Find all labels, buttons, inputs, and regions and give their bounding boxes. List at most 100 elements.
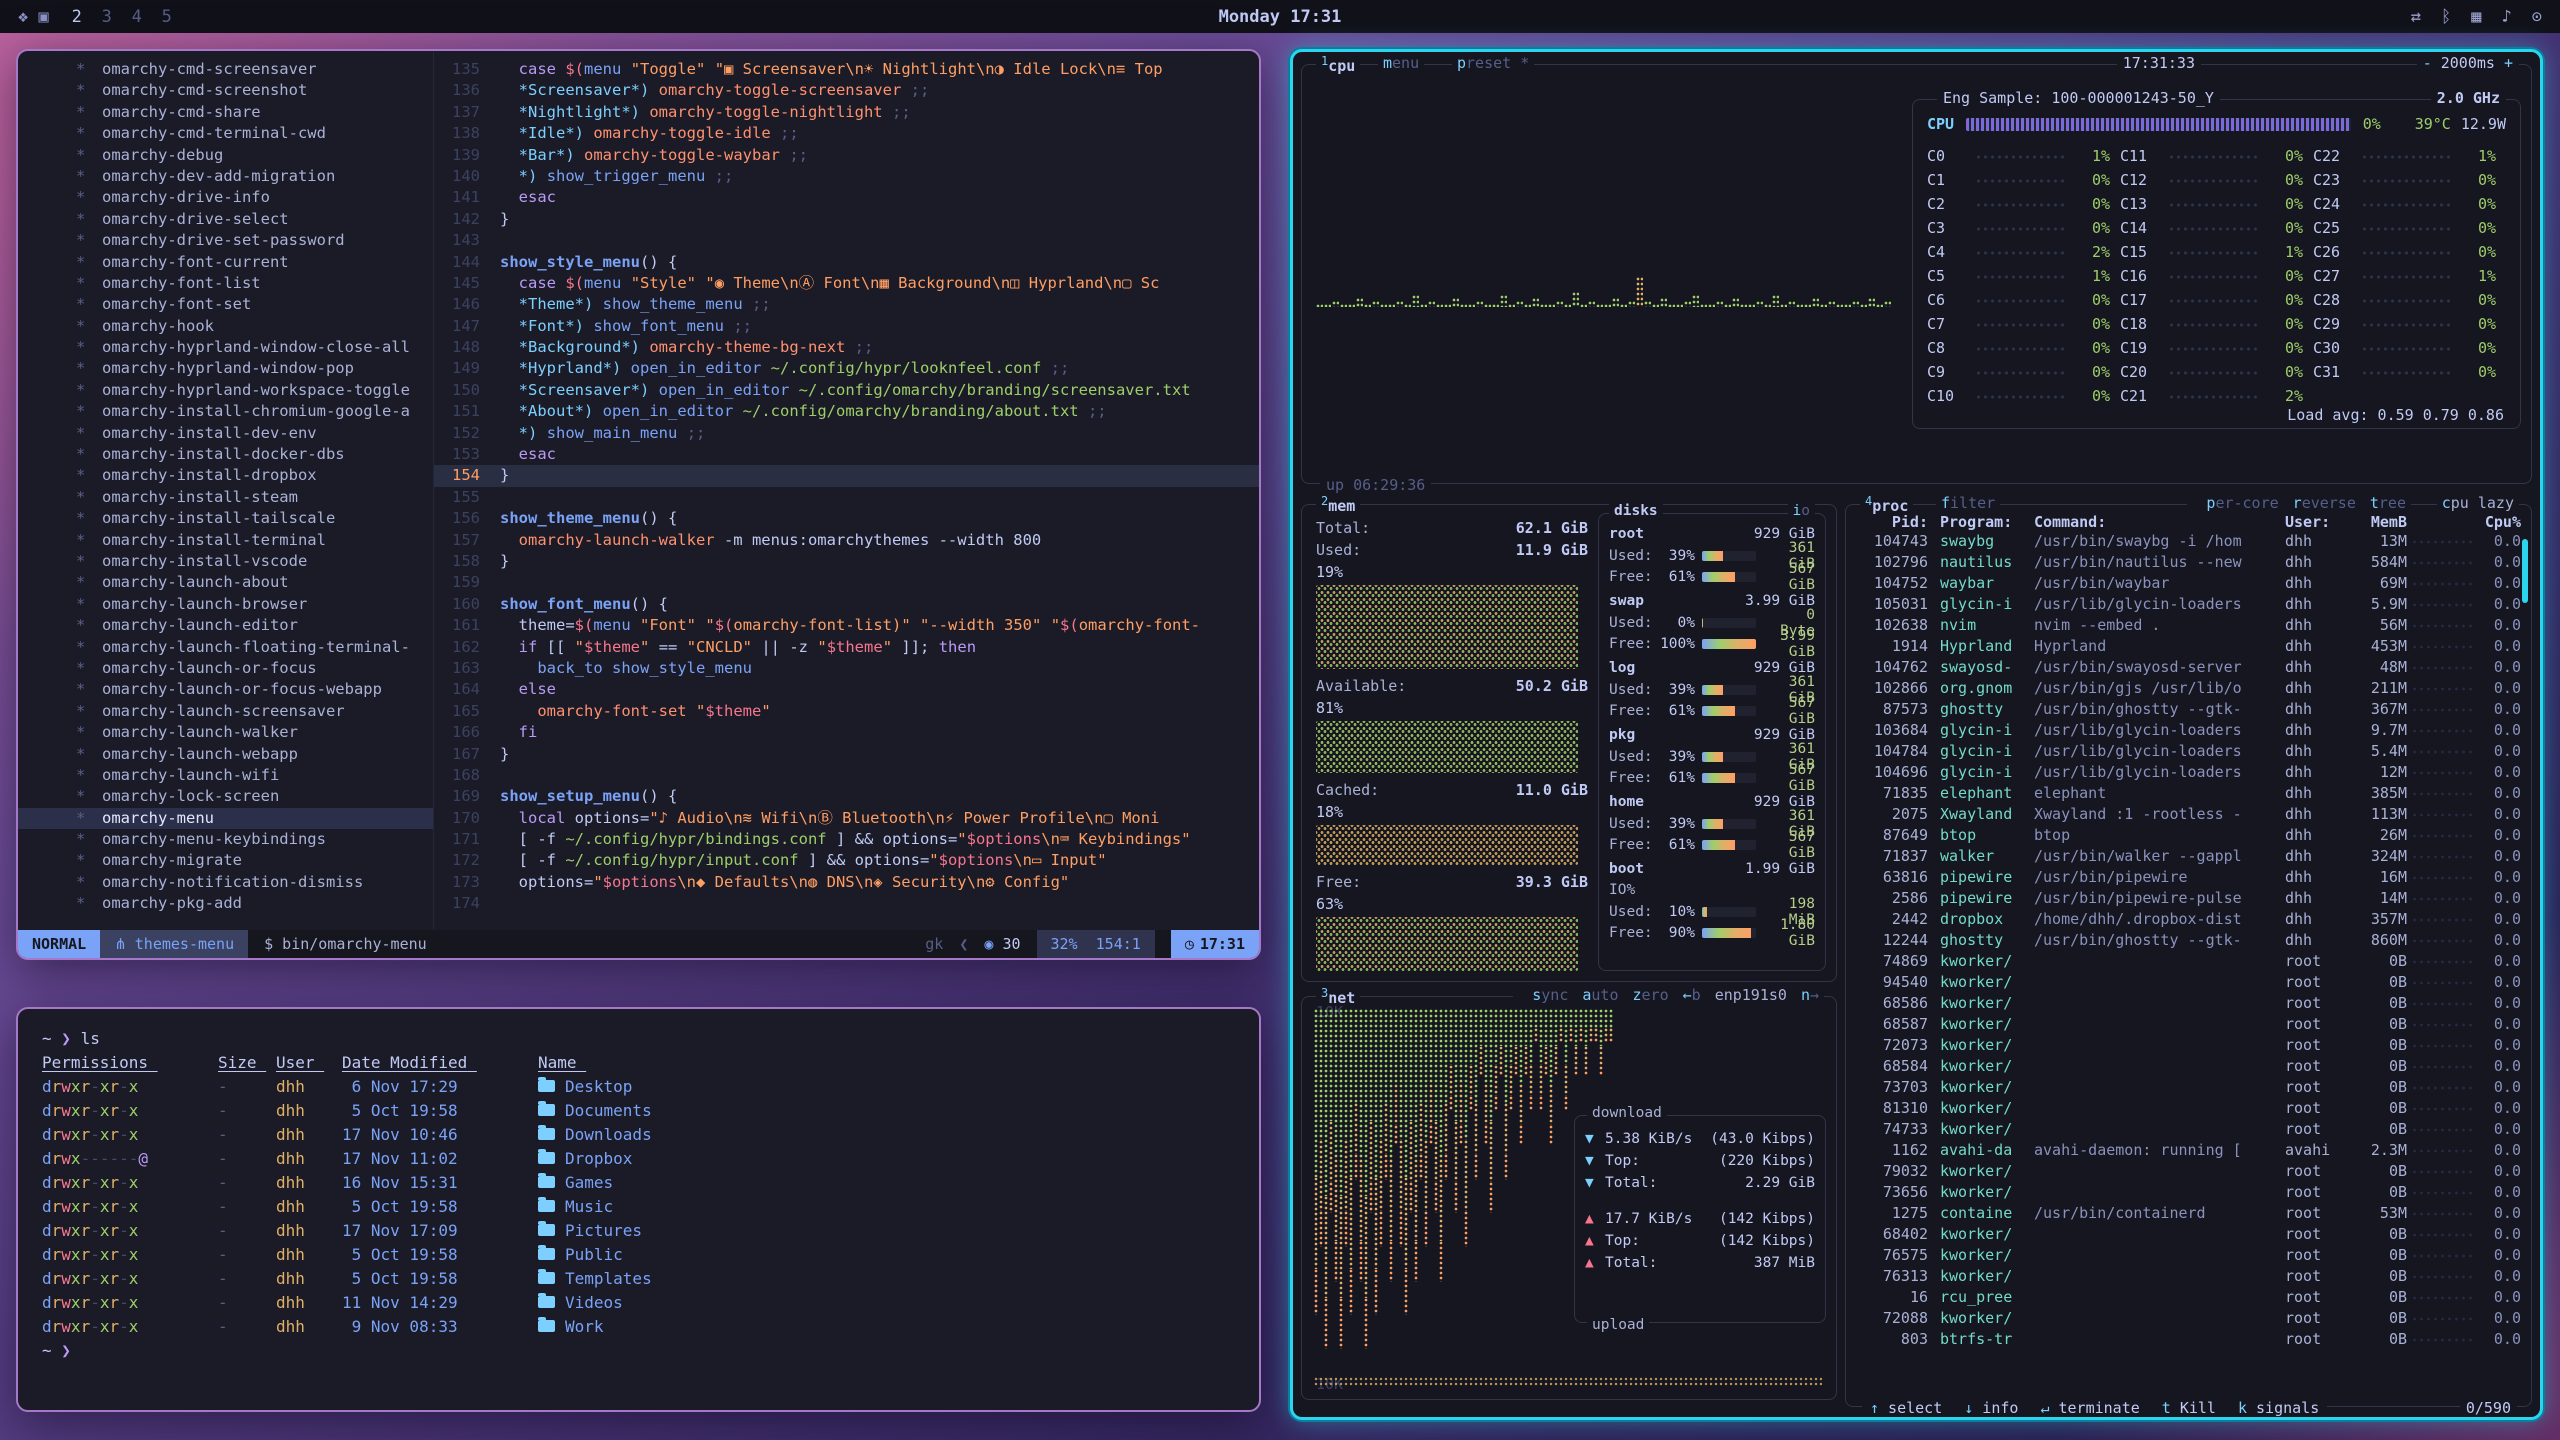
process-row[interactable]: 104696glycin-i/usr/lib/glycin-loadersdhh… [1856,762,2521,783]
proc-option-reverse[interactable]: reverse [2293,494,2356,512]
file-list-item[interactable]: *omarchy-menu-keybindings [18,829,433,850]
file-list-item[interactable]: *omarchy-launch-webapp [18,744,433,765]
process-row[interactable]: 1914HyprlandHyprlanddhh453M0.0 [1856,636,2521,657]
workspace-5[interactable]: 5 [157,7,177,27]
file-list-item[interactable]: *omarchy-cmd-share [18,102,433,123]
process-row[interactable]: 1162avahi-daavahi-daemon: running [avahi… [1856,1140,2521,1161]
file-list-item[interactable]: *omarchy-launch-editor [18,615,433,636]
net-option-auto[interactable]: auto [1582,986,1618,1004]
process-row[interactable]: 74869kworker/root0B0.0 [1856,951,2521,972]
net-options[interactable]: syncautozero←benp191s0n→ [1513,986,1824,1004]
process-row[interactable]: 68402kworker/root0B0.0 [1856,1224,2521,1245]
proc-options[interactable]: per-core reverse tree [2187,494,2411,512]
process-row[interactable]: 73656kworker/root0B0.0 [1856,1182,2521,1203]
process-row[interactable]: 72088kworker/root0B0.0 [1856,1308,2521,1329]
btop-preset-button[interactable]: preset * [1452,54,1534,72]
proc-action-select[interactable]: ↑ select [1870,1399,1942,1417]
process-table[interactable]: 104743swaybg/usr/bin/swaybg -i /homdhh13… [1846,531,2531,1350]
process-row[interactable]: 1275containe/usr/bin/containerdroot53M0.… [1856,1203,2521,1224]
file-list-item[interactable]: *omarchy-drive-info [18,187,433,208]
file-list-item[interactable]: *omarchy-menu [18,808,433,829]
net-option-sync[interactable]: sync [1532,986,1568,1004]
process-row[interactable]: 94540kworker/root0B0.0 [1856,972,2521,993]
file-list-item[interactable]: *omarchy-install-docker-dbs [18,444,433,465]
process-row[interactable]: 16rcu_preeroot0B0.0 [1856,1287,2521,1308]
proc-filter-button[interactable]: filter [1936,494,2000,512]
file-list-item[interactable]: *omarchy-launch-about [18,572,433,593]
proc-action-kill[interactable]: t Kill [2162,1399,2216,1417]
active-window-icon[interactable]: ▣ [38,7,48,27]
file-list-item[interactable]: *omarchy-launch-browser [18,594,433,615]
file-list-item[interactable]: *omarchy-font-current [18,252,433,273]
process-row[interactable]: 68586kworker/root0B0.0 [1856,993,2521,1014]
process-row[interactable]: 2442dropbox/home/dhh/.dropbox-distdhh357… [1856,909,2521,930]
launcher-icon[interactable]: ❖ [18,7,38,27]
file-list-item[interactable]: *omarchy-install-dev-env [18,423,433,444]
file-list-item[interactable]: *omarchy-hook [18,316,433,337]
keyboard-icon[interactable]: ▦ [2471,7,2481,27]
process-row[interactable]: 63816pipewire/usr/bin/pipewiredhh16M0.0 [1856,867,2521,888]
file-list-item[interactable]: *omarchy-lock-screen [18,786,433,807]
update-interval-control[interactable]: - 2000ms + [2417,54,2519,72]
file-list-item[interactable]: *omarchy-hyprland-window-close-all [18,337,433,358]
terminal-window[interactable]: ~ ❯ ls Permissions Size User Date Modifi… [16,1007,1261,1412]
volume-icon[interactable]: ♪ [2502,7,2512,27]
network-arrows-icon[interactable]: ⇄ [2411,7,2421,27]
file-list-item[interactable]: *omarchy-hyprland-workspace-toggle [18,380,433,401]
process-row[interactable]: 74733kworker/root0B0.0 [1856,1119,2521,1140]
file-list-item[interactable]: *omarchy-launch-floating-terminal- [18,637,433,658]
process-row[interactable]: 87573ghostty/usr/bin/ghostty --gtk-dhh36… [1856,699,2521,720]
btop-window[interactable]: 1cpu menu preset * 17:31:33 - 2000ms + E… [1290,49,2543,1420]
disks-io-toggle[interactable]: io [1788,503,1815,519]
file-list-item[interactable]: *omarchy-pkg-add [18,893,433,914]
file-list-item[interactable]: *omarchy-drive-set-password [18,230,433,251]
process-row[interactable]: 81310kworker/root0B0.0 [1856,1098,2521,1119]
process-row[interactable]: 71835elephantelephantdhh385M0.0 [1856,783,2521,804]
file-list-item[interactable]: *omarchy-install-terminal [18,530,433,551]
proc-option-tree[interactable]: tree [2370,494,2406,512]
process-row[interactable]: 71837walker/usr/bin/walker --gappldhh324… [1856,846,2521,867]
process-row[interactable]: 2075XwaylandXwayland :1 -rootless -dhh11… [1856,804,2521,825]
btop-menu-button[interactable]: menu [1378,54,1424,72]
file-list-item[interactable]: *omarchy-font-list [18,273,433,294]
proc-action-info[interactable]: ↓ info [1964,1399,2018,1417]
process-row[interactable]: 803btrfs-trroot0B0.0 [1856,1329,2521,1350]
process-row[interactable]: 103684glycin-i/usr/lib/glycin-loadersdhh… [1856,720,2521,741]
process-row[interactable]: 102638nvimnvim --embed .dhh56M0.0 [1856,615,2521,636]
file-list-item[interactable]: *omarchy-cmd-screensaver [18,59,433,80]
file-list-item[interactable]: *omarchy-migrate [18,850,433,871]
net-option-enp191s0[interactable]: enp191s0 [1715,986,1787,1004]
file-list-item[interactable]: *omarchy-launch-screensaver [18,701,433,722]
file-list-item[interactable]: *omarchy-install-vscode [18,551,433,572]
net-option-n[interactable]: n→ [1801,986,1819,1004]
process-scrollbar[interactable] [2522,539,2528,603]
file-list-item[interactable]: *omarchy-drive-select [18,209,433,230]
process-row[interactable]: 104752waybar/usr/bin/waybardhh69M0.0 [1856,573,2521,594]
process-row[interactable]: 104784glycin-i/usr/lib/glycin-loadersdhh… [1856,741,2521,762]
file-list-item[interactable]: *omarchy-cmd-screenshot [18,80,433,101]
process-row[interactable]: 76313kworker/root0B0.0 [1856,1266,2521,1287]
proc-action-terminate[interactable]: ↵ terminate [2040,1399,2139,1417]
process-row[interactable]: 2586pipewire/usr/bin/pipewire-pulsedhh14… [1856,888,2521,909]
process-row[interactable]: 12244ghostty/usr/bin/ghostty --gtk-dhh86… [1856,930,2521,951]
process-row[interactable]: 76575kworker/root0B0.0 [1856,1245,2521,1266]
file-list-item[interactable]: *omarchy-font-set [18,294,433,315]
process-row[interactable]: 73703kworker/root0B0.0 [1856,1077,2521,1098]
file-list-item[interactable]: *omarchy-launch-walker [18,722,433,743]
file-list-item[interactable]: *omarchy-dev-add-migration [18,166,433,187]
net-option-zero[interactable]: zero [1633,986,1669,1004]
proc-footer-keys[interactable]: ↑ select ↓ info ↵ terminate t Kill k signals [1862,1399,2327,1417]
file-list-item[interactable]: *omarchy-cmd-terminal-cwd [18,123,433,144]
process-row[interactable]: 87649btopbtopdhh26M0.0 [1856,825,2521,846]
process-row[interactable]: 72073kworker/root0B0.0 [1856,1035,2521,1056]
proc-action-signals[interactable]: k signals [2238,1399,2319,1417]
file-list-item[interactable]: *omarchy-debug [18,145,433,166]
file-list-item[interactable]: *omarchy-launch-or-focus-webapp [18,679,433,700]
file-list-item[interactable]: *omarchy-launch-wifi [18,765,433,786]
process-row[interactable]: 102796nautilus/usr/bin/nautilus --newdhh… [1856,552,2521,573]
file-list-item[interactable]: *omarchy-hyprland-window-pop [18,358,433,379]
bluetooth-icon[interactable]: ᛒ [2441,7,2451,27]
proc-option-per-core[interactable]: per-core [2206,494,2278,512]
file-list-item[interactable]: *omarchy-install-steam [18,487,433,508]
process-row[interactable]: 102866org.gnom/usr/bin/gjs /usr/lib/odhh… [1856,678,2521,699]
